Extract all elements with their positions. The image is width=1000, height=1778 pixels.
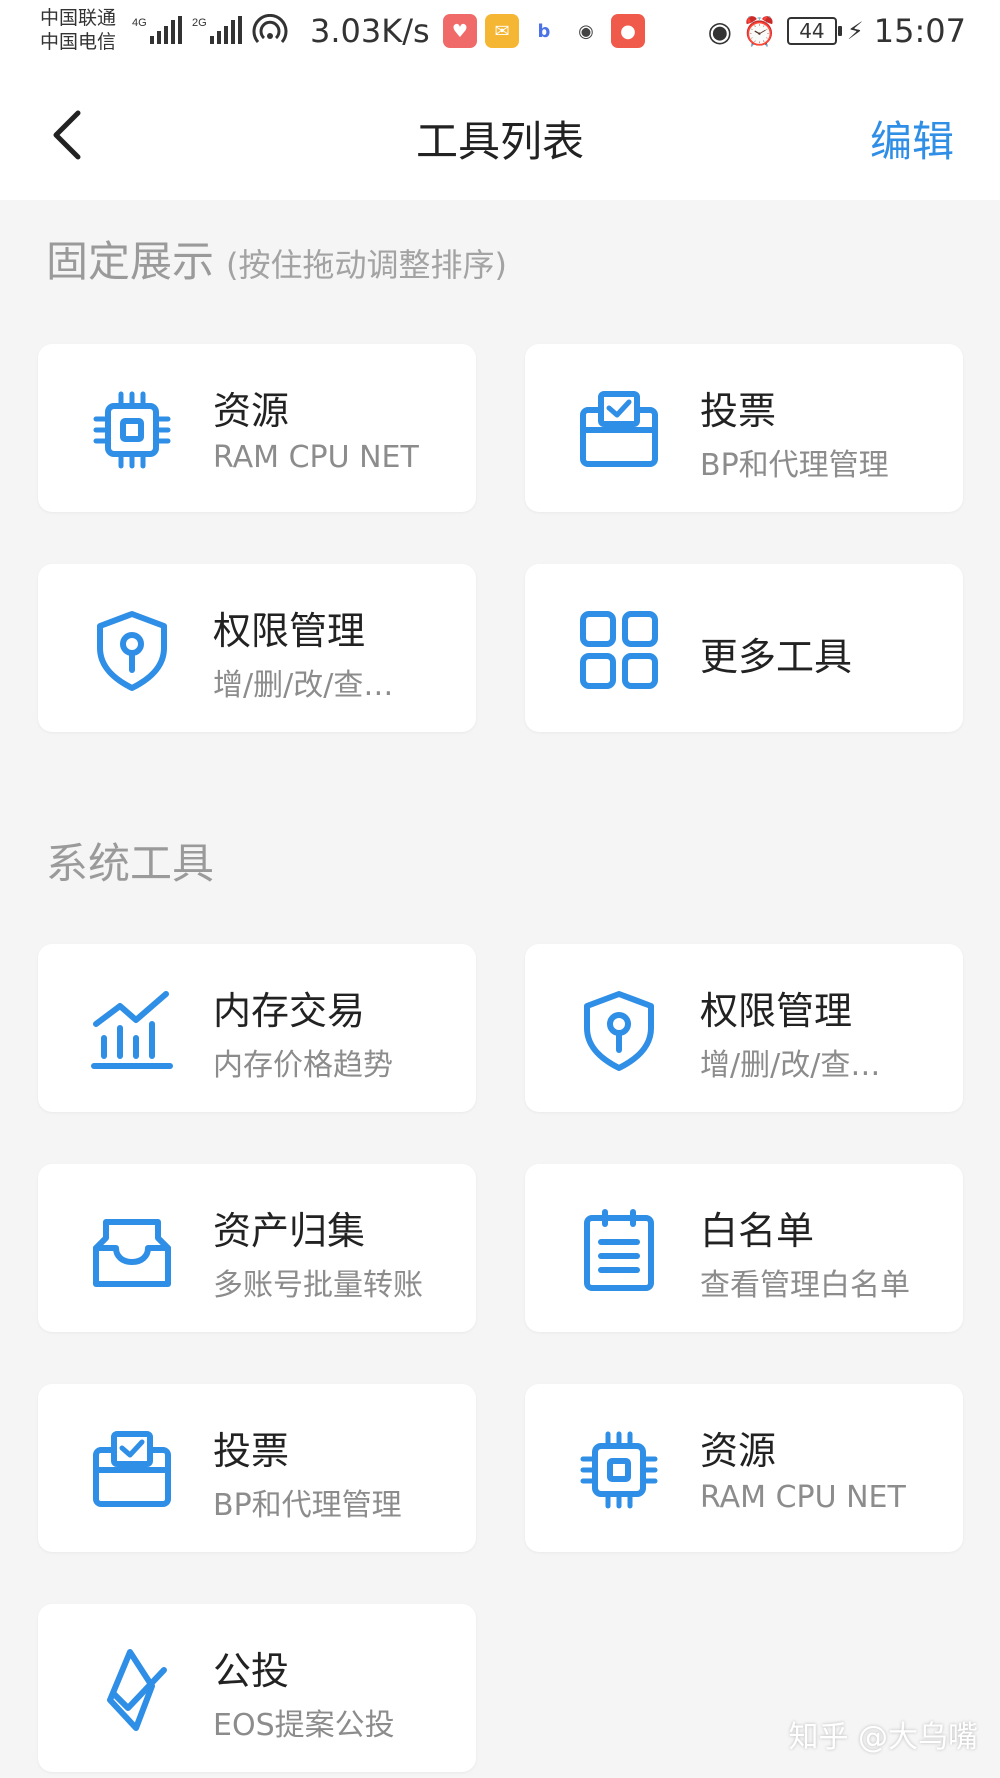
- charging-icon: ⚡: [846, 17, 864, 45]
- tool-desc: EOS提案公投: [213, 1708, 395, 1743]
- fixed-section-header: 固定展示 (按住拖动调整排序): [46, 228, 507, 289]
- net-2-label: 2G: [192, 17, 207, 29]
- heart-app-icon: ♥: [443, 14, 477, 48]
- mail-app-icon: ✉: [485, 14, 519, 48]
- tool-desc: BP和代理管理: [700, 448, 889, 483]
- tool-card-asset-collect[interactable]: 资产归集 多账号批量转账: [38, 1164, 476, 1332]
- chip-icon: [90, 388, 174, 472]
- tool-name: 资源: [700, 1429, 777, 1473]
- tool-name: 资产归集: [213, 1209, 366, 1253]
- net-1-label: 4G: [132, 17, 147, 29]
- tool-name: 资源: [213, 389, 290, 433]
- tool-name: 投票: [213, 1429, 290, 1473]
- tool-name: 更多工具: [700, 635, 853, 679]
- tool-card-more-tools[interactable]: 更多工具: [525, 564, 963, 732]
- tool-name: 内存交易: [213, 989, 366, 1033]
- nav-bar: 工具列表 编辑: [0, 70, 1000, 200]
- tool-card-permissions[interactable]: 权限管理 增/删/改/查…: [38, 564, 476, 732]
- carrier-1: 中国联通: [40, 7, 117, 29]
- tool-desc: 查看管理白名单: [700, 1268, 910, 1303]
- inbox-icon: [90, 1208, 174, 1292]
- b-app-icon: b: [527, 14, 561, 48]
- clipboard-list-icon: [577, 1208, 661, 1292]
- alarm-icon: ⏰: [742, 14, 777, 48]
- battery-icon: 44: [786, 17, 842, 45]
- chart-trend-icon: [90, 988, 174, 1072]
- page-title: 工具列表: [415, 117, 584, 166]
- tool-desc: 增/删/改/查…: [213, 668, 394, 703]
- fixed-section-title: 固定展示: [46, 237, 215, 286]
- tool-desc: 增/删/改/查…: [700, 1048, 881, 1083]
- tool-name: 权限管理: [700, 989, 853, 1033]
- ballot-box-icon: [90, 1428, 174, 1512]
- carrier-2: 中国电信: [40, 31, 117, 53]
- tool-desc: 内存价格趋势: [213, 1048, 393, 1083]
- hotspot-icon: [252, 14, 288, 43]
- fixed-section-hint: (按住拖动调整排序): [226, 246, 507, 284]
- tool-desc: 多账号批量转账: [213, 1268, 423, 1303]
- tool-name: 公投: [213, 1649, 290, 1693]
- tool-name: 白名单: [700, 1209, 815, 1253]
- chip-icon: [577, 1428, 661, 1512]
- tool-card-vote[interactable]: 投票 BP和代理管理: [38, 1384, 476, 1552]
- network-speed: 3.03K/s: [310, 12, 430, 50]
- red-app-icon: ●: [611, 14, 645, 48]
- signal-4g-icon: 4G: [132, 16, 182, 44]
- tool-desc: BP和代理管理: [213, 1488, 402, 1523]
- eos-check-icon: [90, 1648, 174, 1732]
- watermark: 知乎 @大乌嘴: [788, 1720, 978, 1755]
- back-arrow-icon[interactable]: [42, 103, 102, 167]
- status-bar: 中国联通 中国电信 4G 2G 3.03K/s ♥ ✉ b ◉ ● ◉ ⏰ 44…: [0, 0, 1000, 70]
- tool-desc: RAM CPU NET: [700, 1480, 906, 1515]
- tool-card-whitelist[interactable]: 白名单 查看管理白名单: [525, 1164, 963, 1332]
- notification-icons: ♥ ✉ b ◉ ●: [443, 14, 645, 48]
- edit-button[interactable]: 编辑: [870, 108, 954, 169]
- eye-icon: ◉: [707, 14, 733, 48]
- grid-icon: [577, 608, 661, 692]
- wechat-icon: ◉: [569, 14, 603, 48]
- ballot-box-icon: [577, 388, 661, 472]
- tool-card-referendum[interactable]: 公投 EOS提案公投: [38, 1604, 476, 1772]
- clock: 15:07: [873, 12, 966, 50]
- tool-name: 权限管理: [213, 609, 366, 653]
- tool-card-resources[interactable]: 资源 RAM CPU NET: [525, 1384, 963, 1552]
- system-section-title: 系统工具: [46, 839, 215, 888]
- tool-desc: RAM CPU NET: [213, 440, 419, 475]
- tool-card-resources[interactable]: 资源 RAM CPU NET: [38, 344, 476, 512]
- tool-card-permissions[interactable]: 权限管理 增/删/改/查…: [525, 944, 963, 1112]
- carrier-info: 中国联通 中国电信: [40, 6, 116, 54]
- shield-key-icon: [90, 608, 174, 692]
- signal-2g-icon: 2G: [192, 16, 242, 44]
- shield-key-icon: [577, 988, 661, 1072]
- tool-name: 投票: [700, 389, 777, 433]
- status-right: ◉ ⏰ 44 ⚡ 15:07: [708, 12, 966, 50]
- tool-card-vote[interactable]: 投票 BP和代理管理: [525, 344, 963, 512]
- tool-card-ram-trade[interactable]: 内存交易 内存价格趋势: [38, 944, 476, 1112]
